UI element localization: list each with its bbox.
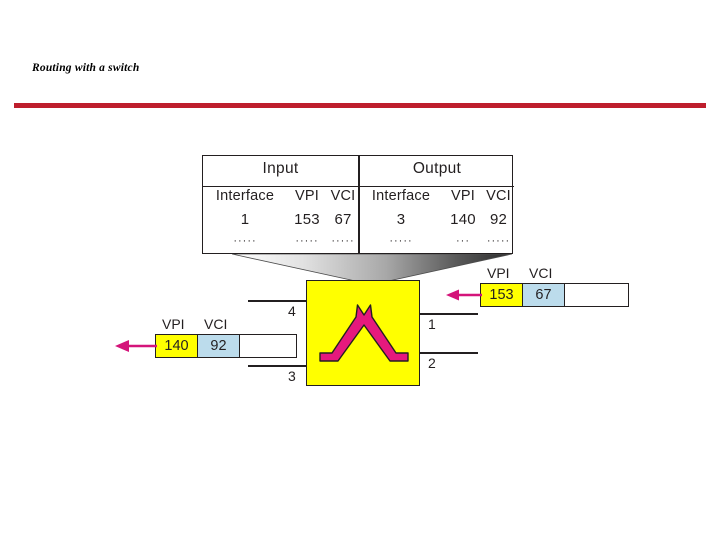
interface-line-3 <box>248 365 310 368</box>
outgoing-vci-value: 92 <box>198 335 240 357</box>
header-output-interface: Interface <box>371 188 431 204</box>
header-input-vci: VCI <box>330 188 356 204</box>
header-input-interface: Interface <box>215 188 275 204</box>
outgoing-vpi-value: 140 <box>156 335 198 357</box>
ellipsis-output-vpi: ··· <box>456 235 470 247</box>
table-group-output: Output <box>412 160 462 177</box>
interface-label-2: 2 <box>428 355 436 371</box>
table-header-row: Interface VPI VCI Interface VPI VCI <box>203 188 514 210</box>
ellipsis-input-vci: ····· <box>331 235 355 247</box>
slide-canvas: Routing with a switch Input Output Inter… <box>0 0 720 540</box>
interface-line-4 <box>248 300 310 303</box>
header-output-vpi: VPI <box>451 188 475 204</box>
title-divider <box>14 103 706 108</box>
incoming-cell-block: 153 67 <box>480 283 629 307</box>
switch-box <box>306 280 420 386</box>
incoming-cell-payload <box>565 284 628 306</box>
header-output-vci: VCI <box>486 188 511 204</box>
incoming-vci-value: 67 <box>523 284 565 306</box>
cell-output-vci: 92 <box>489 211 508 228</box>
incoming-vpi-label: VPI <box>487 265 510 281</box>
interface-line-2 <box>416 352 478 355</box>
ellipsis-output-interface: ····· <box>389 235 413 247</box>
interface-label-3: 3 <box>288 368 296 384</box>
switch-routing-icon <box>319 304 409 362</box>
ellipsis-input-vpi: ····· <box>295 235 319 247</box>
cell-input-interface: 1 <box>240 211 250 228</box>
ellipsis-input-interface: ····· <box>233 235 257 247</box>
table-row: 1 153 67 3 140 92 <box>203 211 514 233</box>
incoming-vpi-value: 153 <box>481 284 523 306</box>
header-input-vpi: VPI <box>295 188 319 204</box>
table-to-switch-funnel <box>232 254 512 282</box>
outgoing-vci-label: VCI <box>204 316 228 332</box>
outgoing-vpi-label: VPI <box>162 316 185 332</box>
interface-label-4: 4 <box>288 303 296 319</box>
page-title: Routing with a switch <box>32 62 140 74</box>
cell-output-interface: 3 <box>396 211 406 228</box>
cell-input-vpi: 153 <box>294 211 320 228</box>
cell-input-vci: 67 <box>334 211 352 228</box>
table-group-input: Input <box>262 160 299 177</box>
interface-line-1 <box>416 313 478 316</box>
outgoing-cell-arrow <box>115 340 157 352</box>
routing-table: Input Output Interface VPI VCI Interface… <box>202 155 514 256</box>
table-row-continuation: ····· ····· ····· ····· ··· ····· <box>203 234 514 256</box>
interface-label-1: 1 <box>428 316 436 332</box>
outgoing-cell-payload <box>240 335 296 357</box>
outgoing-cell-block: 140 92 <box>155 334 297 358</box>
cell-output-vpi: 140 <box>450 211 476 228</box>
ellipsis-output-vci: ····· <box>486 235 511 247</box>
incoming-vci-label: VCI <box>529 265 553 281</box>
incoming-cell-arrow <box>446 289 482 301</box>
